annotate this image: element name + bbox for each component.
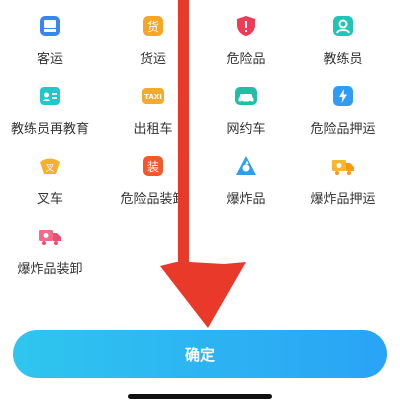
- confirm-button[interactable]: 确定: [13, 330, 387, 378]
- escort-icon: [331, 84, 355, 108]
- cargo-icon: 货: [141, 14, 165, 38]
- cargo-icon-glyph: 货: [147, 19, 159, 34]
- category-item-explosive-escort[interactable]: 爆炸品押运: [293, 154, 393, 214]
- category-item-explosive-loading[interactable]: 爆炸品装卸: [0, 224, 100, 284]
- category-label: 出租车: [133, 122, 173, 137]
- category-item-forklift[interactable]: 叉 叉车: [0, 154, 100, 214]
- category-label: 教练员再教育: [10, 122, 89, 137]
- explosive-truck-icon: [331, 154, 355, 178]
- hazard-shield-icon: [234, 14, 258, 38]
- category-label: 叉车: [36, 192, 63, 207]
- category-label: 货运: [139, 52, 166, 67]
- id-card-icon: [38, 84, 62, 108]
- category-label: 危险品押运: [310, 122, 376, 137]
- forklift-icon: 叉: [38, 154, 62, 178]
- category-label: 危险品装卸: [120, 192, 186, 207]
- bus-icon: [38, 14, 62, 38]
- explosive-icon: [234, 154, 258, 178]
- category-item-cargo[interactable]: 货 货运: [103, 14, 203, 74]
- category-item-instructor[interactable]: 教练员: [293, 14, 393, 74]
- taxi-icon: TAXI: [141, 84, 165, 108]
- category-item-instructor-reeducation[interactable]: 教练员再教育: [0, 84, 100, 144]
- car-icon: [234, 84, 258, 108]
- category-grid: 客运 货 货运 危险品 教练员 教练员再教育 TAXI 出租车 网约车 危险品押…: [0, 0, 400, 300]
- category-item-explosive[interactable]: 爆炸品: [196, 154, 296, 214]
- home-indicator[interactable]: [128, 394, 272, 399]
- forklift-icon-glyph: 叉: [45, 163, 54, 174]
- category-item-taxi[interactable]: TAXI 出租车: [103, 84, 203, 144]
- explosive-loading-icon: [38, 224, 62, 248]
- loading-icon: 装: [141, 154, 165, 178]
- category-item-hazardous[interactable]: 危险品: [196, 14, 296, 74]
- category-item-passenger[interactable]: 客运: [0, 14, 100, 74]
- category-label: 危险品: [226, 52, 266, 67]
- loading-icon-glyph: 装: [147, 160, 159, 174]
- category-label: 爆炸品: [226, 192, 266, 207]
- instructor-icon: [331, 14, 355, 38]
- category-label: 客运: [36, 52, 63, 67]
- category-label: 教练员: [323, 52, 363, 67]
- category-item-hazardous-loading[interactable]: 装 危险品装卸: [103, 154, 203, 214]
- confirm-button-label: 确定: [184, 345, 215, 364]
- category-label: 爆炸品装卸: [17, 262, 83, 277]
- category-item-ride-hailing[interactable]: 网约车: [196, 84, 296, 144]
- taxi-icon-text: TAXI: [144, 93, 162, 101]
- category-label: 爆炸品押运: [310, 192, 376, 207]
- category-label: 网约车: [226, 122, 266, 137]
- category-item-hazardous-escort[interactable]: 危险品押运: [293, 84, 393, 144]
